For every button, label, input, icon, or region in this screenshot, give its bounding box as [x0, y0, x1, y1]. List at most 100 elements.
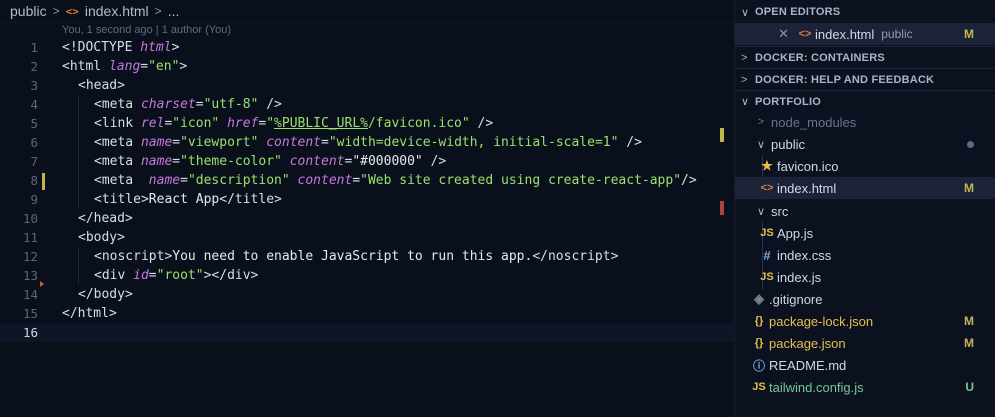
breadcrumb-more[interactable]: ...	[168, 3, 180, 19]
code-line[interactable]: 8 <meta name="description" content="Web …	[0, 171, 734, 190]
line-number: 7	[30, 154, 38, 169]
line-number: 1	[30, 40, 38, 55]
code-text[interactable]: <meta name="theme-color" content="#00000…	[94, 154, 446, 169]
code-text[interactable]: <div id="root"></div>	[94, 268, 258, 283]
breadcrumb: public > <> index.html > ...	[0, 0, 734, 23]
code-line[interactable]: 12 <noscript>You need to enable JavaScri…	[0, 247, 734, 266]
line-number: 8	[30, 173, 38, 188]
status-badge: U	[965, 380, 974, 394]
tree-file-favicon[interactable]: ★ favicon.ico	[735, 155, 995, 177]
line-number: 12	[22, 249, 38, 264]
code-text[interactable]: <meta name="viewport" content="width=dev…	[94, 135, 642, 150]
html-file-icon: <>	[798, 28, 812, 40]
js-file-icon: JS	[760, 227, 774, 239]
code-text[interactable]: <!DOCTYPE html>	[62, 40, 179, 55]
indent-guide	[78, 266, 79, 285]
line-number: 13	[22, 268, 38, 283]
html-file-icon: <>	[65, 4, 79, 18]
tree-file-package-lock[interactable]: {} package-lock.json M	[735, 310, 995, 332]
chevron-right-icon: >	[757, 116, 765, 128]
html-file-icon: <>	[760, 182, 774, 194]
code-line[interactable]: 7 <meta name="theme-color" content="#000…	[0, 152, 734, 171]
code-line[interactable]: 6 <meta name="viewport" content="width=d…	[0, 133, 734, 152]
line-number: 3	[30, 78, 38, 93]
chevron-right-icon: >	[741, 51, 748, 64]
line-number: 4	[30, 97, 38, 112]
git-file-icon: ◈	[754, 291, 764, 306]
code-text[interactable]: <meta name="description" content="Web si…	[94, 173, 697, 188]
json-file-icon: {}	[754, 337, 764, 349]
editor-pane[interactable]: public > <> index.html > ... You, 1 seco…	[0, 0, 734, 417]
chevron-down-icon: ∨	[741, 96, 750, 108]
code-line[interactable]: 2 <html lang="en">	[0, 57, 734, 76]
code-line[interactable]: 11 <body>	[0, 228, 734, 247]
tree-folder-public[interactable]: ∨ public	[735, 133, 995, 155]
close-icon[interactable]: ✕	[735, 26, 789, 42]
code-text[interactable]: <noscript>You need to enable JavaScript …	[94, 249, 618, 264]
code-text[interactable]: </head>	[78, 211, 133, 226]
code-text[interactable]: <body>	[78, 230, 125, 245]
breadcrumb-file[interactable]: index.html	[85, 3, 149, 19]
chevron-right-icon: >	[52, 4, 60, 18]
chevron-right-icon: >	[741, 73, 748, 86]
docker-containers-header[interactable]: > DOCKER: CONTAINERS	[735, 46, 995, 68]
code-line[interactable]: 9 <title>React App</title>	[0, 190, 734, 209]
code-line[interactable]: 3 <head>	[0, 76, 734, 95]
js-file-icon: JS	[752, 381, 766, 393]
open-editor-item[interactable]: ✕ <> index.html public M	[735, 23, 995, 45]
js-file-icon: JS	[760, 271, 774, 283]
indent-guide	[78, 247, 79, 266]
json-file-icon: {}	[754, 315, 764, 327]
indent-guide	[78, 190, 79, 209]
open-editors-header[interactable]: ∨ OPEN EDITORS	[735, 1, 995, 23]
code-line[interactable]: 4 <meta charset="utf-8" />	[0, 95, 734, 114]
indent-guide	[78, 95, 79, 114]
tree-folder-node-modules[interactable]: > node_modules	[735, 111, 995, 133]
code-line[interactable]: 14 </body>	[0, 285, 734, 304]
portfolio-header[interactable]: ∨ PORTFOLIO	[735, 90, 995, 112]
breadcrumb-folder[interactable]: public	[10, 3, 47, 19]
tree-file-readme[interactable]: ⓘ README.md	[735, 354, 995, 376]
open-editor-folder: public	[881, 27, 913, 41]
code-line-current[interactable]: 16	[0, 323, 734, 342]
code-text[interactable]: <link rel="icon" href="%PUBLIC_URL%/favi…	[94, 116, 493, 131]
chevron-down-icon: ∨	[756, 205, 766, 218]
docker-help-header[interactable]: > DOCKER: HELP AND FEEDBACK	[735, 68, 995, 90]
tree-folder-src[interactable]: ∨ src	[735, 200, 995, 222]
indent-guide	[78, 152, 79, 171]
code-text[interactable]: <html lang="en">	[62, 59, 187, 74]
code-text[interactable]: </html>	[62, 306, 117, 321]
tree-file-index-css[interactable]: # index.css	[735, 244, 995, 266]
indent-guide	[78, 114, 79, 133]
code-text[interactable]: <title>React App</title>	[94, 192, 282, 207]
line-number: 16	[22, 325, 38, 340]
line-number: 10	[22, 211, 38, 226]
indent-guide	[78, 171, 79, 190]
tree-file-index-html[interactable]: <> index.html M	[735, 177, 995, 199]
code-line[interactable]: 1 <!DOCTYPE html>	[0, 38, 734, 57]
tree-file-gitignore[interactable]: ◈ .gitignore	[735, 288, 995, 310]
tree-file-tailwind-config[interactable]: JS tailwind.config.js U	[735, 376, 995, 398]
indent-guide	[78, 133, 79, 152]
code-text[interactable]: <head>	[78, 78, 125, 93]
code-line[interactable]: 13 <div id="root"></div>	[0, 266, 734, 285]
code-line[interactable]: 10 </head>	[0, 209, 734, 228]
line-number: 6	[30, 135, 38, 150]
status-badge: M	[964, 27, 974, 41]
explorer-sidebar: ∨ OPEN EDITORS ✕ <> index.html public M …	[734, 0, 995, 417]
tree-file-package-json[interactable]: {} package.json M	[735, 332, 995, 354]
code-lines[interactable]: 1 <!DOCTYPE html> 2 <html lang="en"> 3 <…	[0, 38, 734, 342]
code-text[interactable]: </body>	[78, 287, 133, 302]
status-badge: M	[964, 336, 974, 350]
tree-file-app-js[interactable]: JS App.js	[735, 222, 995, 244]
status-badge: M	[964, 181, 974, 195]
code-line[interactable]: 15 </html>	[0, 304, 734, 323]
star-icon: ★	[761, 158, 773, 173]
code-line[interactable]: 5 <link rel="icon" href="%PUBLIC_URL%/fa…	[0, 114, 734, 133]
code-text[interactable]: <meta charset="utf-8" />	[94, 97, 282, 112]
tree-file-index-js[interactable]: JS index.js	[735, 266, 995, 288]
line-number: 14	[22, 287, 38, 302]
chevron-right-icon: >	[154, 4, 162, 18]
chevron-down-icon: ∨	[756, 138, 766, 151]
line-number: 2	[30, 59, 38, 74]
